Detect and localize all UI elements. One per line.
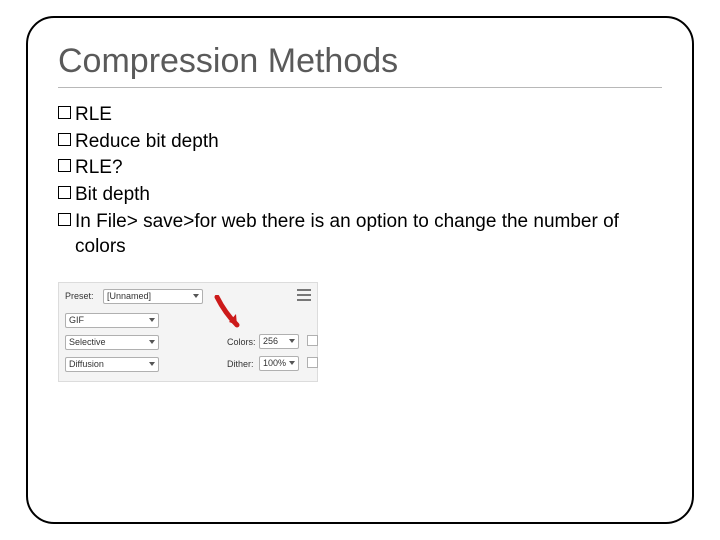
- dither-label: Dither:: [227, 359, 254, 369]
- red-arrow-annotation: [211, 295, 247, 331]
- bullet-item: RLE?: [58, 155, 662, 181]
- chevron-down-icon: [289, 339, 295, 343]
- bullet-text: Bit depth: [75, 182, 150, 208]
- bullet-text: In File> save>for web there is an option…: [75, 209, 662, 260]
- chevron-down-icon: [149, 318, 155, 322]
- dither-field[interactable]: 100%: [259, 356, 299, 371]
- dither-value: 100%: [263, 358, 286, 368]
- reduction-row: Selective: [65, 335, 159, 350]
- square-bullet-icon: [58, 213, 71, 226]
- square-bullet-icon: [58, 133, 71, 146]
- dither-type-value: Diffusion: [69, 359, 104, 369]
- bullet-list: RLE Reduce bit depth RLE? Bit depth In F…: [58, 102, 662, 260]
- slide-title: Compression Methods: [58, 42, 662, 81]
- dither-row: Diffusion: [65, 357, 159, 372]
- preset-label: Preset:: [65, 291, 99, 301]
- save-for-web-screenshot: Preset: [Unnamed] GIF Selective Diffusio…: [58, 282, 318, 382]
- reduction-dropdown[interactable]: Selective: [65, 335, 159, 350]
- reduction-value: Selective: [69, 337, 106, 347]
- chevron-down-icon: [289, 361, 295, 365]
- bullet-text: Reduce bit depth: [75, 129, 219, 155]
- bullet-item: RLE: [58, 102, 662, 128]
- colors-label: Colors:: [227, 337, 256, 347]
- preset-row: Preset: [Unnamed]: [65, 289, 203, 304]
- format-dropdown[interactable]: GIF: [65, 313, 159, 328]
- bullet-item: Reduce bit depth: [58, 129, 662, 155]
- square-bullet-icon: [58, 186, 71, 199]
- dither-type-dropdown[interactable]: Diffusion: [65, 357, 159, 372]
- bullet-text: RLE?: [75, 155, 123, 181]
- preset-value: [Unnamed]: [107, 291, 151, 301]
- format-row: GIF: [65, 313, 159, 328]
- title-underline: [58, 87, 662, 88]
- bullet-text: RLE: [75, 102, 112, 128]
- colors-value: 256: [263, 336, 278, 346]
- bullet-item: In File> save>for web there is an option…: [58, 209, 662, 260]
- square-bullet-icon: [58, 159, 71, 172]
- bullet-item: Bit depth: [58, 182, 662, 208]
- square-bullet-icon: [58, 106, 71, 119]
- colors-swatch[interactable]: [307, 335, 318, 346]
- colors-field[interactable]: 256: [259, 334, 299, 349]
- dither-swatch[interactable]: [307, 357, 318, 368]
- slide-frame: Compression Methods RLE Reduce bit depth…: [26, 16, 694, 524]
- flyout-menu-icon[interactable]: [297, 289, 311, 301]
- chevron-down-icon: [149, 362, 155, 366]
- preset-dropdown[interactable]: [Unnamed]: [103, 289, 203, 304]
- chevron-down-icon: [193, 294, 199, 298]
- chevron-down-icon: [149, 340, 155, 344]
- format-value: GIF: [69, 315, 84, 325]
